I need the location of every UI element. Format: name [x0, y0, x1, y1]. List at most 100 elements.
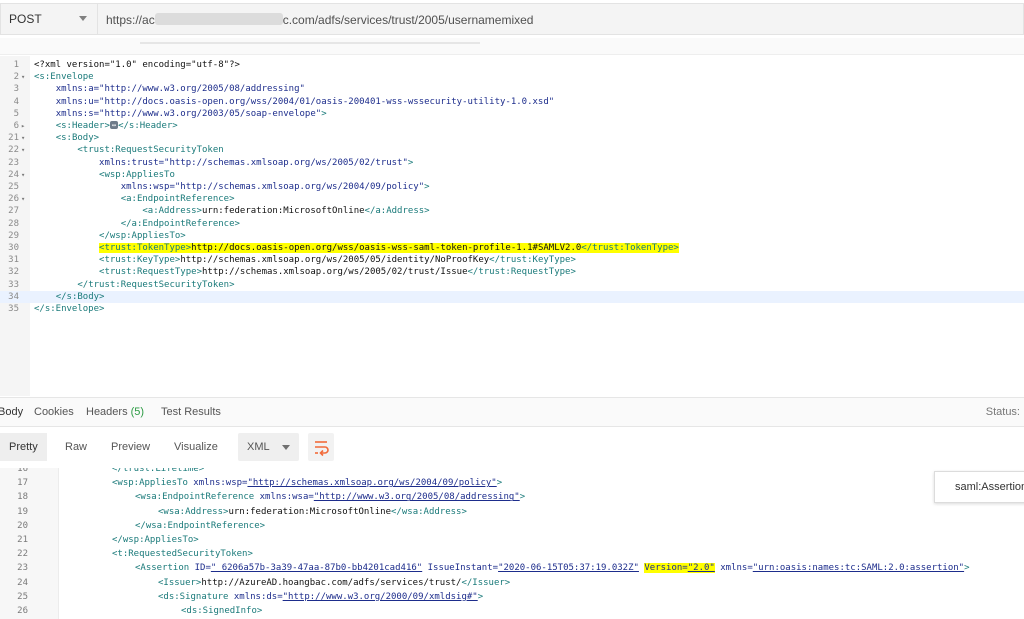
line-number: 2 [13, 72, 19, 83]
code-text: <Assertion ID="_6206a57b-3a39-47aa-87b0-… [135, 563, 970, 574]
line-number: 21 [17, 535, 28, 545]
tab-cookies[interactable]: Cookies [34, 406, 74, 418]
tab-headers[interactable]: Headers (5) [86, 406, 144, 418]
fold-toggle-icon[interactable]: ▾ [21, 169, 25, 181]
code-line[interactable]: 24 ▾ <wsp:AppliesTo [0, 169, 1024, 181]
tab-body[interactable]: Body [0, 406, 23, 418]
request-body-editor[interactable]: 1 <?xml version="1.0" encoding="utf-8"?> 2… [0, 56, 1024, 396]
status-label: Status: [985, 406, 1020, 418]
method-select[interactable]: POST [0, 3, 98, 35]
line-number: 3 [13, 84, 19, 95]
code-line[interactable]: 4 xmlns:u="http://docs.oasis-open.org/ws… [0, 96, 1024, 108]
response-body-viewer[interactable]: 16 </trust:Lifetime> 17 <wsp:AppliesTo xmln… [0, 468, 1024, 619]
code-line[interactable]: 31 <trust:KeyType>http://schemas.xmlsoap… [0, 254, 1024, 266]
code-text: </s:Body> [55, 291, 105, 302]
response-tabs: Body Cookies Headers (5) Test Results St… [0, 397, 1024, 427]
line-number: 27 [8, 206, 19, 217]
wrap-lines-button[interactable] [308, 433, 334, 461]
code-line[interactable]: 35 </s:Envelope> [0, 303, 1024, 315]
line-number: 24 [17, 577, 28, 588]
code-line[interactable]: 23 xmlns:trust="http://schemas.xmlsoap.o… [0, 157, 1024, 169]
code-line[interactable]: 3 xmlns:a="http://www.w3.org/2005/08/add… [0, 83, 1024, 95]
line-number: 20 [17, 520, 28, 531]
line-number: 30 [8, 243, 19, 253]
line-number: 29 [8, 230, 19, 241]
response-code-line[interactable]: 25 <ds:Signature xmlns:ds="http://www.w3.… [0, 590, 1024, 604]
code-text: <ds:SignedInfo> [181, 606, 263, 616]
code-text: <wsp:AppliesTo xmlns:wsp="http://schemas… [112, 478, 503, 489]
code-line[interactable]: 28 </a:EndpointReference> [0, 218, 1024, 230]
code-text: <Issuer>http://AzureAD.hoangbac.com/adfs… [158, 577, 511, 588]
line-number: 4 [13, 96, 19, 107]
response-code-line[interactable]: 20 </wsa:EndpointReference> [0, 519, 1024, 533]
response-code-line[interactable]: 26 <ds:SignedInfo> [0, 604, 1024, 618]
format-select[interactable]: XML [238, 433, 299, 461]
code-text: </wsp:AppliesTo> [112, 535, 199, 545]
code-text: <a:EndpointReference> [120, 194, 235, 205]
code-line[interactable]: 25 xmlns:wsp="http://schemas.xmlsoap.org… [0, 181, 1024, 193]
line-number: 23 [8, 157, 19, 168]
code-line[interactable]: 5 xmlns:s="http://www.w3.org/2003/05/soa… [0, 108, 1024, 120]
code-text: <ds:Signature xmlns:ds="http://www.w3.or… [158, 591, 484, 602]
code-line[interactable]: 32 <trust:RequestType>http://schemas.xml… [0, 266, 1024, 278]
line-number: 25 [8, 182, 19, 192]
fold-toggle-icon[interactable]: ▾ [21, 144, 25, 156]
response-code-line[interactable]: 17 <wsp:AppliesTo xmlns:wsp="http://schem… [0, 476, 1024, 490]
tab-test-results[interactable]: Test Results [161, 406, 221, 418]
code-line[interactable]: 22 ▾ <trust:RequestSecurityToken [0, 144, 1024, 156]
code-text: <?xml version="1.0" encoding="utf-8"?> [34, 60, 240, 70]
code-text: <wsa:Address>urn:federation:MicrosoftOnl… [158, 506, 467, 517]
code-line[interactable]: 26 ▾ <a:EndpointReference> [0, 193, 1024, 205]
response-code-line[interactable]: 23 <Assertion ID="_6206a57b-3a39-47aa-87b… [0, 561, 1024, 575]
code-line[interactable]: 21 ▾ <s:Body> [0, 132, 1024, 144]
fold-toggle-icon[interactable]: ▾ [21, 132, 25, 144]
response-code-line[interactable]: 16 </trust:Lifetime> [0, 468, 1024, 476]
code-text: xmlns:wsp="http://schemas.xmlsoap.org/ws… [120, 182, 430, 192]
code-text: </a:EndpointReference> [120, 218, 240, 229]
line-number: 22 [17, 549, 28, 560]
line-number: 22 [8, 145, 19, 156]
response-code-line[interactable]: 19 <wsa:Address>urn:federation:MicrosoftO… [0, 505, 1024, 519]
code-line[interactable]: 2 ▾ <s:Envelope [0, 71, 1024, 83]
response-code-line[interactable]: 18 <wsa:EndpointReference xmlns:wsa="http… [0, 490, 1024, 504]
url-prefix: https://ac [106, 13, 155, 27]
visualize-button[interactable]: Visualize [165, 433, 227, 461]
find-popup-text: saml:Assertion [955, 481, 1024, 493]
preview-button[interactable]: Preview [102, 433, 159, 461]
response-code-line[interactable]: 22 <t:RequestedSecurityToken> [0, 547, 1024, 561]
line-number: 33 [8, 279, 19, 290]
request-tabs-strip [0, 38, 1024, 55]
fold-toggle-icon[interactable]: ▾ [21, 71, 25, 83]
headers-count: (5) [130, 406, 145, 418]
code-text: xmlns:s="http://www.w3.org/2003/05/soap-… [55, 108, 327, 119]
request-bar: POST https://ac c.com/adfs/services/trust… [0, 0, 1024, 38]
response-code-line[interactable]: 24 <Issuer>http://AzureAD.hoangbac.com/ad… [0, 576, 1024, 590]
code-text: <a:Address>urn:federation:MicrosoftOnlin… [142, 206, 430, 217]
url-suffix: c.com/adfs/services/trust/2005/usernamem… [282, 13, 534, 27]
code-text: xmlns:trust="http://schemas.xmlsoap.org/… [99, 157, 414, 168]
find-popup[interactable]: saml:Assertion [934, 471, 1024, 503]
code-line[interactable]: 30 <trust:TokenType>http://docs.oasis-op… [0, 242, 1024, 254]
code-text: </trust:RequestSecurityToken> [77, 279, 235, 290]
pretty-button[interactable]: Pretty [0, 433, 47, 461]
line-number: 21 [8, 133, 19, 144]
code-text: </wsp:AppliesTo> [99, 230, 186, 241]
url-input[interactable]: https://ac c.com/adfs/services/trust/2005… [98, 3, 1024, 35]
fold-toggle-icon[interactable]: ▸ [21, 120, 25, 132]
fold-toggle-icon[interactable]: ▾ [21, 193, 25, 205]
code-text: <trust:TokenType>http://docs.oasis-open.… [99, 243, 679, 253]
code-line[interactable]: 34 </s:Body> [0, 290, 1024, 303]
code-line[interactable]: 1 <?xml version="1.0" encoding="utf-8"?> [0, 59, 1024, 71]
line-number: 6 [13, 121, 19, 131]
code-line[interactable]: 29 </wsp:AppliesTo> [0, 230, 1024, 242]
code-line[interactable]: 27 <a:Address>urn:federation:MicrosoftOn… [0, 205, 1024, 217]
code-line[interactable]: 33 </trust:RequestSecurityToken> [0, 279, 1024, 291]
line-number: 1 [13, 60, 19, 70]
code-text: <t:RequestedSecurityToken> [112, 549, 253, 560]
redacted-hostname [154, 13, 283, 25]
raw-button[interactable]: Raw [56, 433, 96, 461]
code-line[interactable]: 6 ▸ <s:Header> ↔ </s:Header> [0, 120, 1024, 132]
code-text: <wsa:EndpointReference xmlns:wsa="http:/… [135, 492, 526, 503]
line-number: 25 [17, 591, 28, 602]
response-code-line[interactable]: 21 </wsp:AppliesTo> [0, 533, 1024, 547]
